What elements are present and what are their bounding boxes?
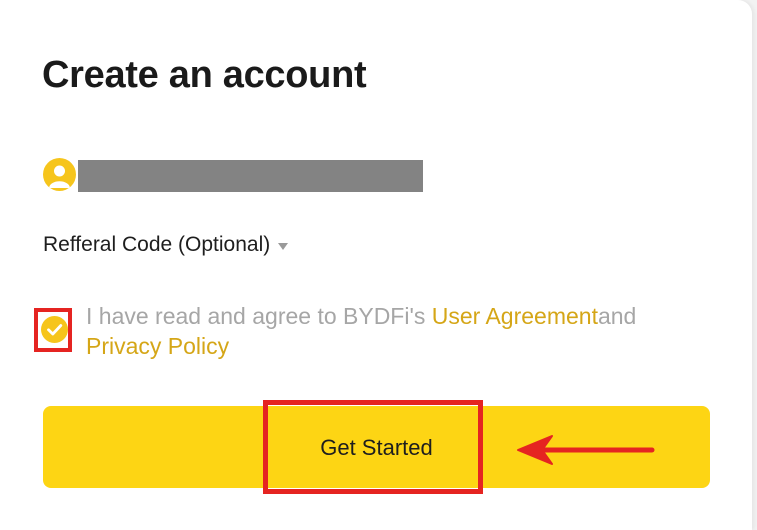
agreement-text: I have read and agree to BYDFi's User Ag… [86, 301, 666, 361]
agreement-checkbox[interactable] [41, 316, 68, 343]
check-icon [47, 324, 63, 336]
redacted-account-value [78, 160, 423, 192]
signup-card: Create an account Refferal Code (Optiona… [0, 0, 752, 530]
agreement-prefix: I have read and agree to BYDFi's [86, 303, 432, 329]
page-title: Create an account [42, 54, 367, 96]
referral-code-toggle[interactable]: Refferal Code (Optional) [43, 233, 289, 257]
user-agreement-link[interactable]: User Agreement [432, 303, 598, 329]
get-started-button[interactable]: Get Started [43, 406, 710, 488]
agreement-and: and [597, 303, 637, 329]
user-avatar-icon [43, 158, 76, 191]
privacy-policy-link[interactable]: Privacy Policy [86, 333, 229, 359]
caret-down-icon [278, 242, 289, 250]
referral-code-label: Refferal Code (Optional) [43, 233, 271, 256]
page: Create an account Refferal Code (Optiona… [0, 0, 757, 530]
get-started-label: Get Started [320, 435, 433, 460]
